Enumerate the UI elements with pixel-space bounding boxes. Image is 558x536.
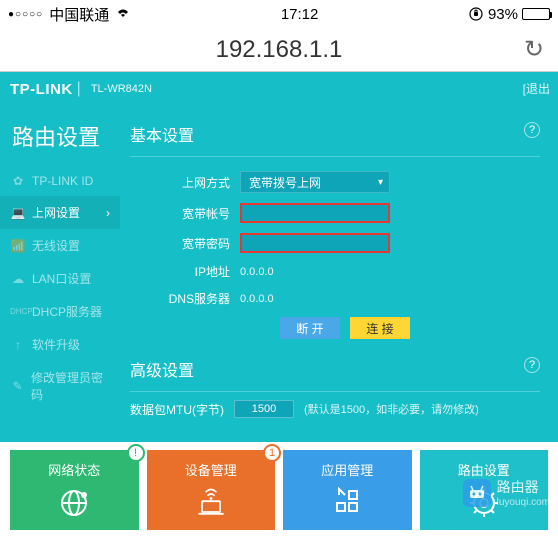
help-icon[interactable]: ? (524, 122, 540, 138)
username-label: 宽带帐号 (130, 205, 240, 222)
monitor-icon: 💻 (10, 206, 26, 220)
sidebar-item-label: 无线设置 (32, 237, 80, 254)
tab-label: 路由设置 (458, 460, 510, 479)
brand-logo: TP-LINK (10, 81, 73, 98)
watermark-name: 路由器 (497, 477, 550, 497)
connect-button[interactable]: 连 接 (350, 317, 410, 339)
reload-icon[interactable]: ↻ (524, 35, 544, 64)
sidebar-item-wireless[interactable]: 📶 无线设置 (0, 229, 120, 262)
dhcp-icon: DHCP (10, 307, 26, 316)
tab-label: 设备管理 (185, 460, 237, 479)
wifi-icon (115, 6, 131, 23)
dns-label: DNS服务器 (130, 290, 240, 307)
watermark: 路由器 luyouqi.com (463, 477, 550, 508)
tab-label: 网络状态 (48, 460, 100, 479)
sidebar-item-label: 修改管理员密码 (31, 369, 110, 403)
ip-label: IP地址 (130, 263, 240, 280)
conn-type-select[interactable]: 宽带拨号上网 (240, 171, 390, 193)
tab-app-mgmt[interactable]: 应用管理 (283, 450, 412, 530)
laptop-wifi-icon (193, 485, 229, 521)
sidebar-item-label: 软件升级 (32, 336, 80, 353)
clock-label: 17:12 (281, 6, 319, 23)
ios-status-bar: ●○○○○ 中国联通 17:12 93% (0, 0, 558, 28)
orientation-lock-icon (468, 6, 484, 22)
sidebar-item-label: TP-LINK ID (32, 174, 93, 188)
logout-link[interactable]: [退出 (523, 80, 550, 97)
tab-device-mgmt[interactable]: 1 设备管理 (147, 450, 276, 530)
sidebar: 路由设置 ✿ TP-LINK ID 💻 上网设置 › 📶 无线设置 ☁ LAN口… (0, 106, 120, 418)
ip-value: 0.0.0.0 (240, 266, 274, 278)
upload-icon: ↑ (10, 338, 26, 352)
watermark-site: luyouqi.com (497, 497, 550, 508)
mtu-input[interactable] (234, 400, 294, 418)
badge-icon: 1 (263, 444, 281, 462)
tab-network-status[interactable]: ! 网络状态 (10, 450, 139, 530)
pencil-icon: ✎ (10, 379, 25, 393)
sidebar-item-upgrade[interactable]: ↑ 软件升级 (0, 328, 120, 361)
url-text: 192.168.1.1 (216, 36, 343, 64)
router-header: TP-LINK | TL-WR842N [退出 (0, 72, 558, 106)
sidebar-item-label: 上网设置 (32, 204, 80, 221)
signal-dots-icon: ●○○○○ (8, 9, 43, 20)
sidebar-item-dhcp[interactable]: DHCP DHCP服务器 (0, 295, 120, 328)
help-icon[interactable]: ? (524, 357, 540, 373)
sidebar-item-internet[interactable]: 💻 上网设置 › (0, 196, 120, 229)
sidebar-title: 路由设置 (0, 110, 120, 166)
flower-icon: ✿ (10, 174, 26, 188)
password-input[interactable] (240, 233, 390, 253)
browser-address-bar[interactable]: 192.168.1.1 ↻ (0, 28, 558, 72)
globe-icon (56, 485, 92, 521)
sidebar-item-password[interactable]: ✎ 修改管理员密码 (0, 361, 120, 411)
basic-settings-title: 基本设置 ? (130, 116, 540, 157)
watermark-icon (463, 479, 491, 507)
password-label: 宽带密码 (130, 235, 240, 252)
wifi-icon: 📶 (10, 239, 26, 253)
cloud-icon: ☁ (10, 272, 26, 286)
battery-icon (522, 8, 550, 20)
sidebar-item-tplink-id[interactable]: ✿ TP-LINK ID (0, 166, 120, 196)
carrier-label: 中国联通 (49, 4, 109, 25)
disconnect-button[interactable]: 断 开 (280, 317, 340, 339)
apps-grid-icon (329, 485, 365, 521)
model-label: TL-WR842N (91, 83, 152, 95)
dns-value: 0.0.0.0 (240, 293, 274, 305)
mtu-row: 数据包MTU(字节) (默认是1500，如非必要，请勿修改) (130, 392, 540, 418)
tab-label: 应用管理 (321, 460, 373, 479)
main-content: 基本设置 ? 上网方式 宽带拨号上网 宽带帐号 宽带密码 (120, 106, 558, 418)
chevron-right-icon: › (106, 206, 110, 220)
advanced-settings-title: 高级设置 ? (130, 351, 540, 392)
conn-type-label: 上网方式 (130, 174, 240, 191)
sidebar-item-label: DHCP服务器 (32, 303, 102, 320)
mtu-hint: (默认是1500，如非必要，请勿修改) (304, 401, 479, 417)
sidebar-item-label: LAN口设置 (32, 270, 91, 287)
badge-icon: ! (127, 444, 145, 462)
battery-pct-label: 93% (488, 6, 518, 23)
username-input[interactable] (240, 203, 390, 223)
mtu-label: 数据包MTU(字节) (130, 401, 224, 418)
router-admin-page: TP-LINK | TL-WR842N [退出 路由设置 ✿ TP-LINK I… (0, 72, 558, 442)
sidebar-item-lan[interactable]: ☁ LAN口设置 (0, 262, 120, 295)
